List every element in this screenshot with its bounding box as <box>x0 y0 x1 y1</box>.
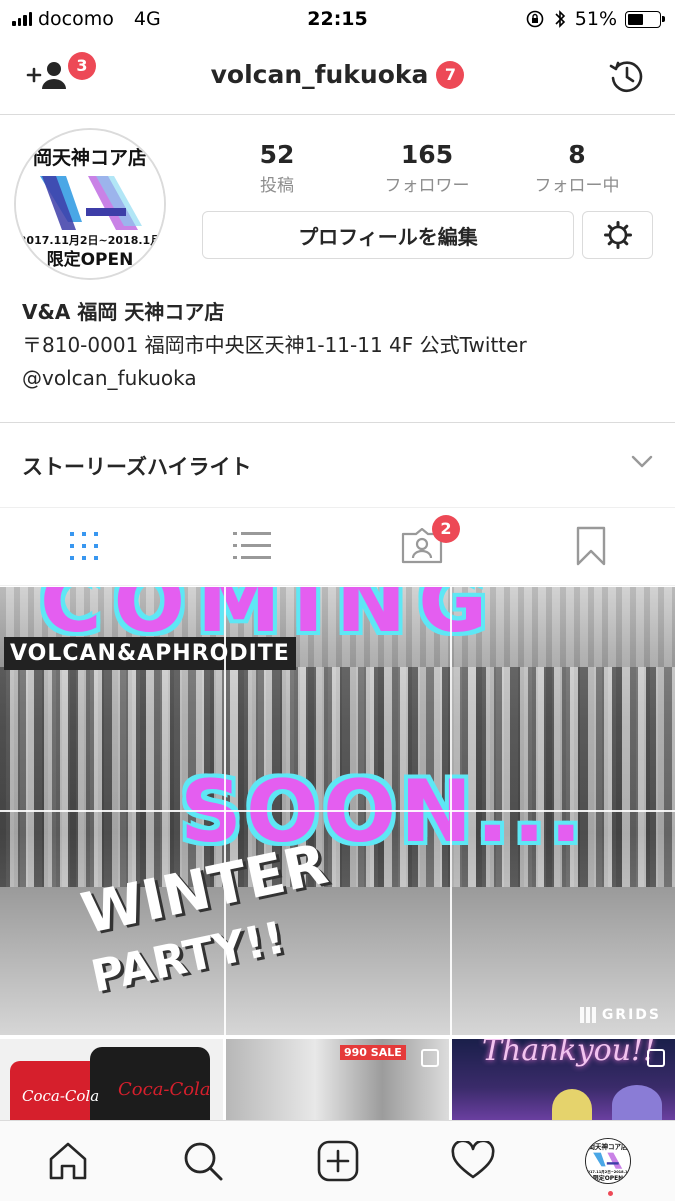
stat-followers[interactable]: 165 フォロワー <box>357 140 497 196</box>
stat-following-value: 8 <box>568 140 586 169</box>
multiple-photos-icon <box>647 1049 665 1067</box>
tab-grid[interactable] <box>0 507 168 585</box>
archive-button[interactable] <box>607 56 647 100</box>
stat-following[interactable]: 8 フォロー中 <box>507 140 647 196</box>
nav-new-post[interactable] <box>270 1121 405 1201</box>
search-icon <box>184 1142 222 1181</box>
username-switcher[interactable]: volcan_fukuoka 7 <box>0 60 675 89</box>
bottom-tab-bar: 岡天神コア店 2017.11月2日~2018.1月 限定OPEN <box>0 1120 675 1201</box>
list-icon <box>233 532 271 559</box>
rotation-lock-icon <box>526 10 544 28</box>
svg-text:岡天神コア店: 岡天神コア店 <box>588 1142 628 1151</box>
new-post-icon <box>317 1140 358 1182</box>
profile-avatar-large[interactable]: 岡天神コア店 2017.11月2日~2018.1月 限定OPEN <box>14 128 166 280</box>
history-icon <box>609 61 643 93</box>
bio-twitter-handle[interactable]: @volcan_fukuoka <box>22 362 662 395</box>
chevron-down-icon[interactable] <box>631 453 653 469</box>
account-notification-badge: 7 <box>436 60 465 89</box>
status-bar: docomo 4G 22:15 51% <box>0 0 675 38</box>
stat-posts-value: 52 <box>259 140 295 169</box>
svg-text:限定OPEN: 限定OPEN <box>592 1174 622 1182</box>
thumb-logo-text: Coca-Cola <box>22 1087 100 1105</box>
home-icon <box>49 1142 86 1180</box>
thumb-logo-text: Coca-Cola <box>118 1079 211 1100</box>
plush-toy <box>552 1089 592 1120</box>
svg-text:2017.11月2日~2018.1月: 2017.11月2日~2018.1月 <box>19 234 161 247</box>
grid-post-thumbnail[interactable]: Thankyou!! <box>452 1039 675 1120</box>
nav-home[interactable] <box>0 1121 135 1201</box>
options-button[interactable] <box>582 211 653 259</box>
grid-icon <box>70 532 98 560</box>
sale-sign-text: 990 SALE <box>340 1045 406 1060</box>
grids-watermark: GRIDS <box>579 1007 661 1023</box>
bluetooth-icon <box>555 10 565 28</box>
stat-followers-label: フォロワー <box>384 176 470 196</box>
store-logo-thumbnail: 岡天神コア店 2017.11月2日~2018.1月 限定OPEN <box>585 1139 630 1183</box>
profile-display-name: V&A 福岡 天神コア店 <box>22 300 225 324</box>
posts-grid: VOLCAN&APHRODITE COMING WINTER PARTY!! S… <box>0 587 675 1120</box>
grids-watermark-text: GRIDS <box>601 1007 661 1023</box>
bookmark-icon <box>576 526 606 566</box>
neon-text-top: COMING <box>40 587 500 651</box>
stat-following-label: フォロー中 <box>534 176 620 196</box>
activity-heart-icon <box>451 1141 494 1179</box>
store-logo-image: 岡天神コア店 2017.11月2日~2018.1月 限定OPEN <box>16 130 164 278</box>
edit-profile-button[interactable]: プロフィールを編集 <box>202 211 574 259</box>
stat-posts[interactable]: 52 投稿 <box>207 140 347 196</box>
grid-post-large-image[interactable]: VOLCAN&APHRODITE COMING WINTER PARTY!! S… <box>0 587 675 1035</box>
svg-text:岡天神コア店: 岡天神コア店 <box>33 146 147 169</box>
story-highlights-row[interactable]: ストーリーズハイライト <box>0 422 675 508</box>
nav-profile[interactable]: 岡天神コア店 2017.11月2日~2018.1月 限定OPEN <box>540 1121 675 1201</box>
battery-icon <box>625 10 665 28</box>
stat-followers-value: 165 <box>400 140 454 169</box>
neon-text-soon: SOON... <box>180 762 587 862</box>
grid-divider <box>0 810 675 812</box>
stat-posts-label: 投稿 <box>260 176 294 196</box>
battery-percent: 51% <box>574 8 617 30</box>
plush-toy <box>612 1085 662 1120</box>
username: volcan_fukuoka <box>210 60 429 89</box>
bio-address-line: 〒810-0001 福岡市中央区天神1-11-11 4F 公式Twitter <box>22 333 527 357</box>
grid-post-thumbnail[interactable]: 990 SALE <box>226 1039 449 1120</box>
story-highlights-title: ストーリーズハイライト <box>22 455 252 479</box>
tab-list[interactable] <box>168 507 336 585</box>
neon-thankyou-text: Thankyou!! <box>482 1039 656 1068</box>
profile-header: 3 volcan_fukuoka 7 <box>0 38 675 115</box>
grid-post-thumbnail[interactable]: Coca-Cola Coca-Cola <box>0 1039 223 1120</box>
tagged-badge: 2 <box>432 515 460 543</box>
multiple-photos-icon <box>421 1049 439 1067</box>
profile-view-tabs: 2 <box>0 507 675 586</box>
tab-tagged[interactable]: 2 <box>338 507 506 585</box>
grids-logo-icon <box>579 1007 596 1023</box>
nav-activity[interactable] <box>405 1121 540 1201</box>
svg-text:限定OPEN: 限定OPEN <box>47 249 134 270</box>
gear-icon <box>603 221 632 249</box>
profile-bio: V&A 福岡 天神コア店 〒810-0001 福岡市中央区天神1-11-11 4… <box>22 296 662 395</box>
nav-search[interactable] <box>135 1121 270 1201</box>
svg-text:2017.11月2日~2018.1月: 2017.11月2日~2018.1月 <box>586 1169 630 1174</box>
tab-saved[interactable] <box>507 507 675 585</box>
status-right: 51% <box>525 8 665 30</box>
profile-notification-dot <box>608 1191 613 1196</box>
profile-avatar: 岡天神コア店 2017.11月2日~2018.1月 限定OPEN <box>584 1138 631 1184</box>
